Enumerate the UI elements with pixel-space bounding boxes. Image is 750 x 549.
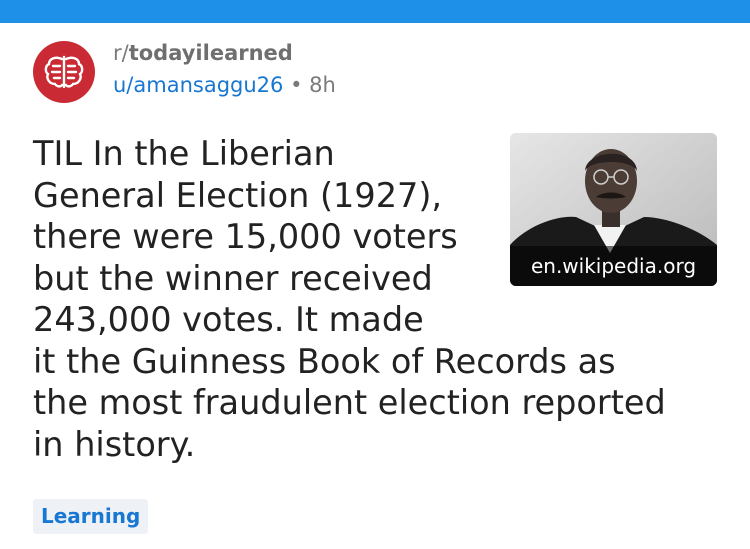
- subreddit-avatar[interactable]: [33, 41, 95, 103]
- subreddit-name[interactable]: r/todayilearned: [113, 41, 293, 65]
- subreddit-prefix: r/: [113, 41, 129, 65]
- link-domain: en.wikipedia.org: [510, 246, 717, 286]
- top-status-bar: [0, 0, 750, 23]
- post-flair[interactable]: Learning: [33, 499, 149, 534]
- brain-icon: [44, 55, 84, 89]
- author-link[interactable]: u/amansaggu26: [113, 73, 283, 97]
- link-thumbnail[interactable]: en.wikipedia.org: [510, 133, 717, 286]
- meta-separator: •: [290, 73, 303, 97]
- post-title-line: the most fraudulent election reported: [33, 383, 666, 422]
- subreddit-label: todayilearned: [128, 41, 293, 65]
- post-title-line: in history.: [33, 424, 196, 464]
- post-age: 8h: [309, 73, 336, 97]
- post-title-line: it the Guinness Book of Records as: [33, 341, 616, 381]
- post-meta: u/amansaggu26 • 8h: [113, 73, 336, 97]
- post-title-line: 243,000 votes. It made: [33, 300, 424, 339]
